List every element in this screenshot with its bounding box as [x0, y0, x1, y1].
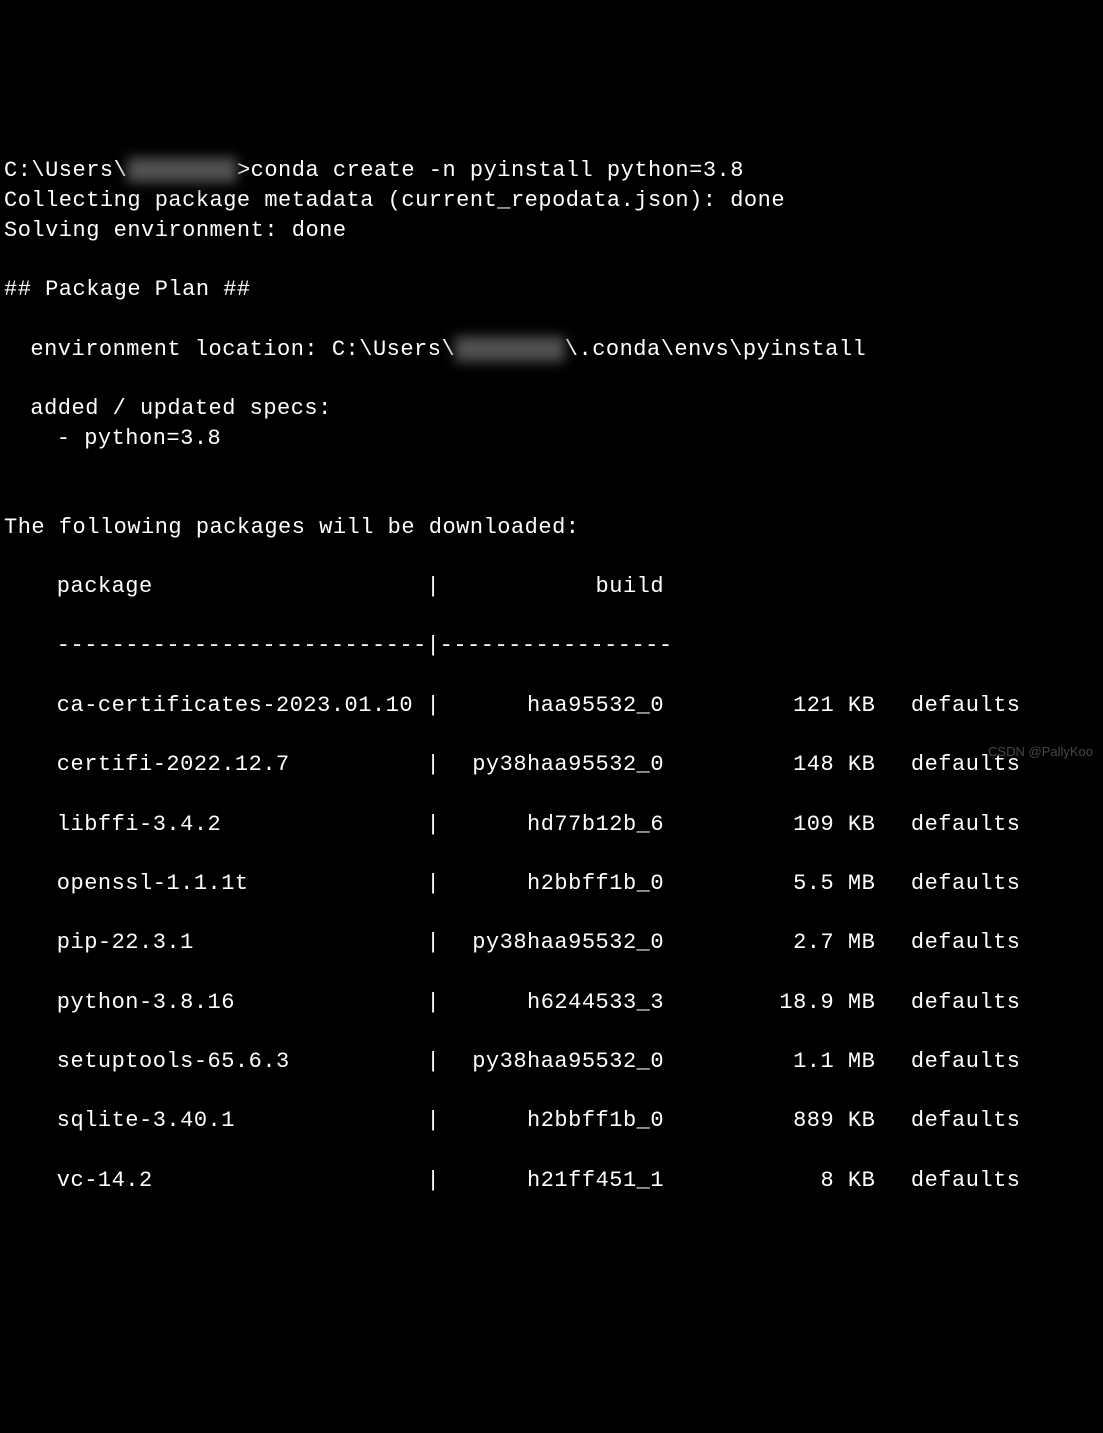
env-redacted-user: ████████	[455, 335, 565, 365]
table-divider: ---------------------------|------------…	[4, 631, 1099, 661]
package-sep: |	[426, 869, 439, 899]
package-name: certifi-2022.12.7	[57, 750, 427, 780]
watermark: CSDN @PallyKoo	[988, 743, 1093, 761]
table-row: ca-certificates-2023.01.10|haa95532_0121…	[4, 691, 1099, 721]
package-channel: defaults	[875, 810, 1020, 840]
spec-item: - python=3.8	[4, 426, 221, 451]
table-row: python-3.8.16|h6244533_318.9 MBdefaults	[4, 988, 1099, 1018]
package-sep: |	[426, 928, 439, 958]
table-row: sqlite-3.40.1|h2bbff1b_0889 KBdefaults	[4, 1106, 1099, 1136]
package-sep: |	[426, 1047, 439, 1077]
package-name: sqlite-3.40.1	[57, 1106, 427, 1136]
package-name: pip-22.3.1	[57, 928, 427, 958]
package-table-body: ca-certificates-2023.01.10|haa95532_0121…	[4, 691, 1099, 1225]
package-name: openssl-1.1.1t	[57, 869, 427, 899]
specs-label: added / updated specs:	[4, 396, 332, 421]
env-location-line: environment location: C:\Users\████████\…	[4, 337, 866, 362]
package-build: py38haa95532_0	[440, 750, 664, 780]
package-name: vc-14.2	[57, 1166, 427, 1196]
package-size: 889 KB	[664, 1106, 875, 1136]
package-build: h21ff451_1	[440, 1166, 664, 1196]
package-channel: defaults	[875, 1166, 1020, 1196]
col-header-sep: |	[426, 572, 439, 602]
package-sep: |	[426, 810, 439, 840]
package-name: libffi-3.4.2	[57, 810, 427, 840]
package-sep: |	[426, 691, 439, 721]
package-build: py38haa95532_0	[440, 1047, 664, 1077]
package-sep: |	[426, 988, 439, 1018]
table-row: pip-22.3.1|py38haa95532_02.7 MBdefaults	[4, 928, 1099, 958]
package-name: setuptools-65.6.3	[57, 1047, 427, 1077]
package-channel: defaults	[875, 988, 1020, 1018]
table-row: vc-14.2|h21ff451_18 KBdefaults	[4, 1166, 1099, 1196]
prompt-suffix: >	[237, 158, 251, 183]
package-plan-header: ## Package Plan ##	[4, 277, 251, 302]
divider-sep: |	[426, 631, 439, 661]
prompt-redacted-user: ████████	[127, 156, 237, 186]
table-row: openssl-1.1.1t|h2bbff1b_05.5 MBdefaults	[4, 869, 1099, 899]
env-location-path: \.conda\envs\pyinstall	[565, 337, 866, 362]
package-size: 8 KB	[664, 1166, 875, 1196]
status-collecting: Collecting package metadata (current_rep…	[4, 188, 785, 213]
col-header-package: package	[57, 572, 427, 602]
prompt-line: C:\Users\████████>conda create -n pyinst…	[4, 158, 744, 183]
package-sep: |	[426, 1106, 439, 1136]
package-size: 5.5 MB	[664, 869, 875, 899]
status-solving: Solving environment: done	[4, 218, 347, 243]
divider-right: -----------------	[440, 631, 664, 661]
package-build: py38haa95532_0	[440, 928, 664, 958]
package-build: hd77b12b_6	[440, 810, 664, 840]
package-sep: |	[426, 750, 439, 780]
package-channel: defaults	[875, 1106, 1020, 1136]
package-channel: defaults	[875, 691, 1020, 721]
package-build: h6244533_3	[440, 988, 664, 1018]
env-location-label: environment location: C:\Users\	[30, 337, 455, 362]
package-size: 148 KB	[664, 750, 875, 780]
package-channel: defaults	[875, 1047, 1020, 1077]
divider-left: ---------------------------	[57, 631, 427, 661]
col-header-build: build	[440, 572, 664, 602]
package-size: 1.1 MB	[664, 1047, 875, 1077]
package-sep: |	[426, 1166, 439, 1196]
package-size: 121 KB	[664, 691, 875, 721]
table-row: setuptools-65.6.3|py38haa95532_01.1 MBde…	[4, 1047, 1099, 1077]
package-size: 18.9 MB	[664, 988, 875, 1018]
package-build: h2bbff1b_0	[440, 1106, 664, 1136]
package-name: ca-certificates-2023.01.10	[57, 691, 427, 721]
prompt-prefix: C:\Users\	[4, 158, 127, 183]
package-build: h2bbff1b_0	[440, 869, 664, 899]
terminal-output: C:\Users\████████>conda create -n pyinst…	[4, 127, 1099, 1225]
package-channel: defaults	[875, 928, 1020, 958]
download-header: The following packages will be downloade…	[4, 515, 580, 540]
table-row: libffi-3.4.2|hd77b12b_6109 KBdefaults	[4, 810, 1099, 840]
package-size: 2.7 MB	[664, 928, 875, 958]
package-build: haa95532_0	[440, 691, 664, 721]
package-channel: defaults	[875, 869, 1020, 899]
package-size: 109 KB	[664, 810, 875, 840]
table-row: certifi-2022.12.7|py38haa95532_0148 KBde…	[4, 750, 1099, 780]
package-name: python-3.8.16	[57, 988, 427, 1018]
prompt-command: conda create -n pyinstall python=3.8	[251, 158, 744, 183]
table-header: package|build	[4, 572, 1099, 602]
